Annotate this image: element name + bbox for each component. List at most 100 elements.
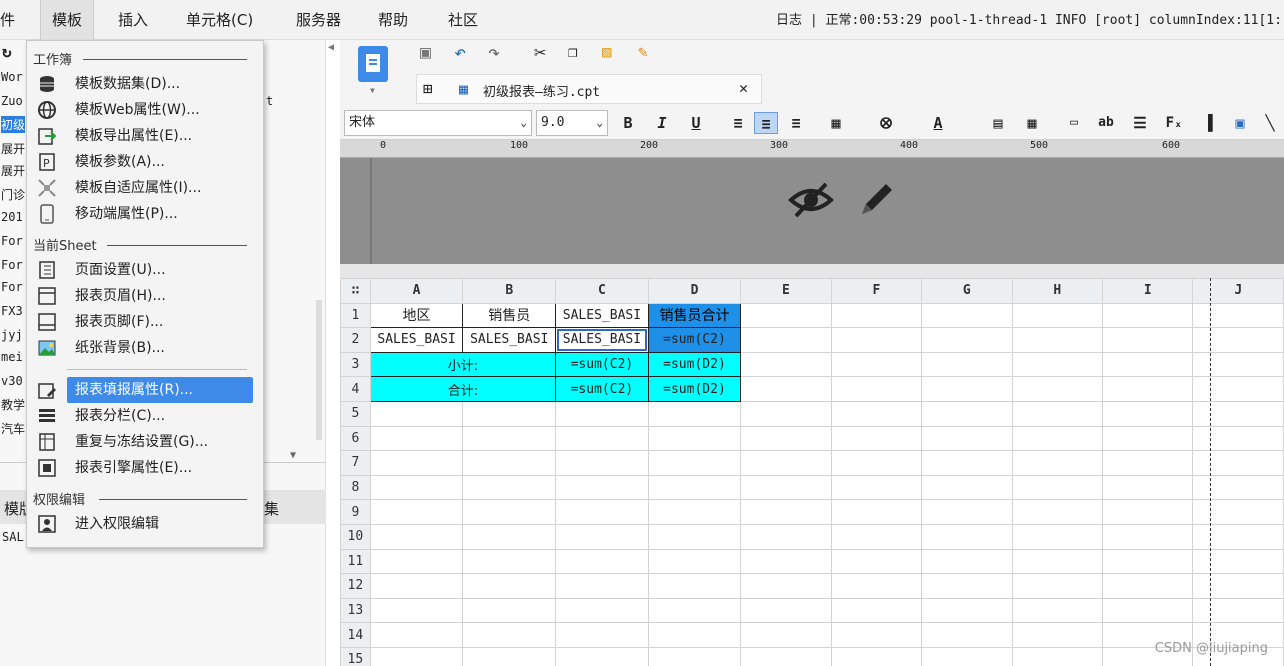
align-right-icon[interactable]: ≡ <box>784 112 808 134</box>
cell-c2-selected[interactable]: SALES_BASI <box>555 327 649 353</box>
cell-c4[interactable]: =sum(C2) <box>555 376 649 402</box>
italic-button[interactable]: I <box>650 112 674 134</box>
cell[interactable] <box>1192 302 1284 329</box>
tree-item[interactable]: jyj <box>1 328 25 342</box>
cell-d1[interactable]: 销售员合计 <box>647 302 742 329</box>
cell[interactable] <box>830 376 923 402</box>
cell[interactable] <box>1101 302 1194 329</box>
tree-item[interactable]: FX3 <box>1 304 25 318</box>
cell[interactable] <box>740 302 832 329</box>
column-header[interactable]: B <box>462 278 557 304</box>
tree-item[interactable]: 汽车 <box>1 420 25 437</box>
cell[interactable] <box>921 327 1013 353</box>
row-header[interactable]: 3 <box>340 351 371 378</box>
menu-server[interactable]: 服务器 <box>296 0 341 40</box>
cell[interactable] <box>1101 351 1194 378</box>
cell[interactable] <box>1011 302 1104 329</box>
close-icon[interactable]: ✕ <box>739 79 748 97</box>
cell[interactable] <box>830 302 923 329</box>
row-header[interactable]: 2 <box>340 327 371 353</box>
column-header[interactable]: D <box>647 278 742 304</box>
cell-d3[interactable]: =sum(D2) <box>647 351 742 378</box>
tree-item[interactable]: v30 <box>1 374 25 388</box>
tree-item[interactable]: mei <box>1 350 25 364</box>
align-center-icon[interactable]: ≡ <box>754 112 778 134</box>
cell[interactable] <box>1101 376 1194 402</box>
undo-icon[interactable]: ↶ <box>454 40 466 64</box>
copy-icon[interactable]: ❐ <box>568 42 578 61</box>
redo-icon[interactable]: ↷ <box>488 40 500 64</box>
image-icon[interactable]: ▣ <box>1228 112 1252 134</box>
cell[interactable] <box>740 327 832 353</box>
row-header[interactable]: 10 <box>340 523 371 550</box>
menu-item-export-attr[interactable]: 模板导出属性(E)... <box>31 123 253 149</box>
row-header[interactable]: 8 <box>340 474 371 501</box>
cell[interactable] <box>921 376 1013 402</box>
bold-button[interactable]: B <box>616 112 640 134</box>
tree-item[interactable]: For <box>1 234 25 248</box>
tree-item[interactable]: For <box>1 280 25 294</box>
align-left-icon[interactable]: ≡ <box>726 112 750 134</box>
menu-item-paper-background[interactable]: 纸张背景(B)... <box>31 335 253 361</box>
fill-color-icon[interactable]: ⭙ <box>874 112 898 134</box>
dataset-item[interactable]: SAL <box>2 530 24 544</box>
chevron-down-icon[interactable]: ▼ <box>370 86 375 95</box>
row-header[interactable]: 13 <box>340 597 371 624</box>
tree-item[interactable]: 展开 <box>1 162 25 179</box>
cell[interactable] <box>921 351 1013 378</box>
cell[interactable] <box>740 351 832 378</box>
row-header[interactable]: 9 <box>340 499 371 525</box>
menu-community[interactable]: 社区 <box>448 0 478 40</box>
cell[interactable] <box>1192 376 1284 402</box>
column-header[interactable]: C <box>555 278 649 304</box>
menu-item-parameters[interactable]: P 模板参数(A)... <box>31 149 253 175</box>
select-all-corner[interactable]: ∷ <box>340 278 371 304</box>
collapse-left-icon[interactable]: ◀ <box>328 42 334 53</box>
save-icon[interactable]: ▣ <box>420 42 431 63</box>
menu-item-template-dataset[interactable]: 模板数据集(D)... <box>31 71 253 97</box>
menu-item-adaptive[interactable]: 模板自适应属性(I)... <box>31 175 253 201</box>
spreadsheet-grid[interactable]: ∷ A B C D E F G H I J 1 地区 销售员 SALES_BAS… <box>340 278 1284 666</box>
cell[interactable] <box>830 327 923 353</box>
cell[interactable] <box>740 376 832 402</box>
cell[interactable] <box>1011 351 1104 378</box>
paste-icon[interactable]: ▨ <box>602 42 612 61</box>
menu-item-page-setup[interactable]: 页面设置(U)... <box>31 257 253 283</box>
menu-item-report-footer[interactable]: 报表页脚(F)... <box>31 309 253 335</box>
menu-item-fill-report-attr[interactable]: 报表填报属性(R)... <box>67 377 253 403</box>
tree-item[interactable]: 201 <box>1 210 25 224</box>
menu-template[interactable]: 模板 <box>40 0 94 40</box>
merge-cells-icon[interactable]: ▤ <box>986 112 1010 134</box>
cell[interactable] <box>1192 351 1284 378</box>
cell-a2[interactable]: SALES_BASI <box>369 327 464 353</box>
tree-scrollbar[interactable] <box>316 300 322 440</box>
cell-a4-merged[interactable]: 合计: <box>369 376 557 402</box>
refresh-icon[interactable]: ↻ <box>2 42 12 61</box>
menu-item-repeat-freeze[interactable]: 重复与冻结设置(G)... <box>31 429 253 455</box>
row-header[interactable]: 4 <box>340 376 371 402</box>
row-header[interactable]: 12 <box>340 573 371 599</box>
menu-cell[interactable]: 单元格(C) <box>186 0 253 40</box>
chart-icon[interactable]: ▐ <box>1196 112 1220 134</box>
menu-item-mobile[interactable]: 移动端属性(P)... <box>31 201 253 227</box>
column-header[interactable]: I <box>1101 278 1194 304</box>
menu-item-enter-permission[interactable]: 进入权限编辑 <box>31 511 253 537</box>
new-template-button[interactable] <box>358 46 388 82</box>
row-header[interactable]: 5 <box>340 400 371 427</box>
menu-insert[interactable]: 插入 <box>118 0 148 40</box>
document-tab[interactable]: ⊞ ▦ 初级报表—练习.cpt ✕ <box>416 74 762 104</box>
cell[interactable] <box>1011 376 1104 402</box>
cell-a3-merged[interactable]: 小计: <box>369 351 557 378</box>
row-header[interactable]: 6 <box>340 425 371 452</box>
tree-item[interactable]: 展开 <box>1 140 25 157</box>
column-header[interactable]: E <box>740 278 832 304</box>
edit-pencil-icon[interactable] <box>854 178 898 226</box>
row-header[interactable]: 1 <box>340 302 371 329</box>
column-header[interactable]: A <box>369 278 464 304</box>
menu-help[interactable]: 帮助 <box>378 0 408 40</box>
row-header[interactable]: 7 <box>340 450 371 476</box>
tree-item[interactable]: For <box>1 258 25 272</box>
column-header[interactable]: H <box>1011 278 1104 304</box>
tree-item[interactable]: Wor <box>1 70 25 84</box>
hide-icon[interactable] <box>788 180 834 224</box>
